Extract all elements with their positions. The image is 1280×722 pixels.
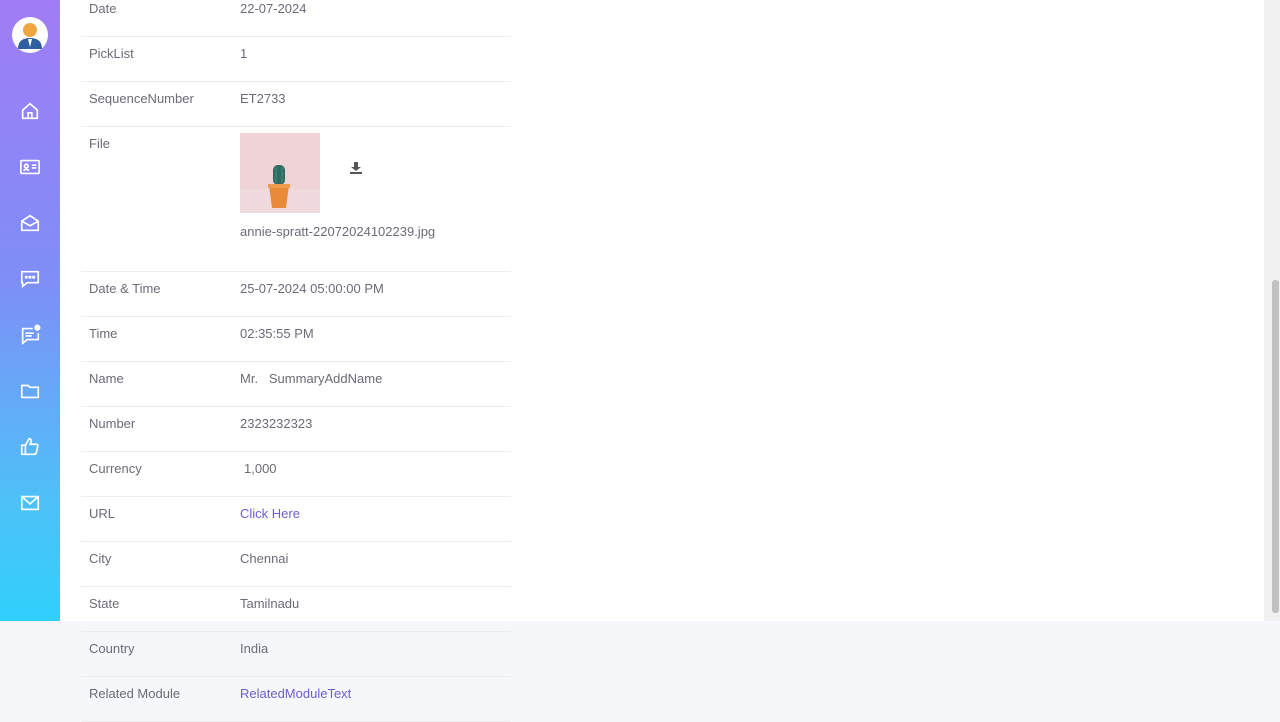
row-label: File <box>81 126 232 272</box>
row-value: 2323232323 <box>232 406 511 452</box>
row-value: India <box>232 631 511 677</box>
row-label: Time <box>81 316 232 362</box>
row-value: 22-07-2024 <box>232 0 511 37</box>
table-row: File annie-spratt-22072024102239.jpg <box>81 126 511 272</box>
chat-icon[interactable] <box>19 268 41 290</box>
table-row: Name Mr. SummaryAddName <box>81 361 511 407</box>
related-module-cell: RelatedModuleText <box>232 676 511 722</box>
row-label: State <box>81 586 232 632</box>
row-value: Mr. SummaryAddName <box>232 361 511 407</box>
table-row: State Tamilnadu <box>81 586 511 632</box>
file-value: annie-spratt-22072024102239.jpg <box>232 126 511 272</box>
sidebar <box>0 0 60 621</box>
table-row: Country India <box>81 631 511 677</box>
mail-icon[interactable] <box>19 492 41 514</box>
url-link[interactable]: Click Here <box>240 506 300 521</box>
home-icon[interactable] <box>19 100 41 122</box>
row-label: PickList <box>81 36 232 82</box>
row-label: URL <box>81 496 232 542</box>
notification-message-icon[interactable] <box>19 324 41 346</box>
contact-card-icon[interactable] <box>19 156 41 178</box>
table-row: Date & Time 25-07-2024 05:00:00 PM <box>81 271 511 317</box>
table-row: City Chennai <box>81 541 511 587</box>
table-row: PickList 1 <box>81 36 511 82</box>
row-value: Tamilnadu <box>232 586 511 632</box>
scrollbar-thumb[interactable] <box>1272 280 1279 613</box>
folder-icon[interactable] <box>19 380 41 402</box>
user-avatar[interactable] <box>12 17 48 53</box>
row-label: Number <box>81 406 232 452</box>
file-thumbnail-image[interactable] <box>240 133 320 213</box>
row-value: Chennai <box>232 541 511 587</box>
table-row: Related Module RelatedModuleText <box>81 676 511 722</box>
url-value-cell: Click Here <box>232 496 511 542</box>
row-label: SequenceNumber <box>81 81 232 127</box>
row-label: Country <box>81 631 232 677</box>
currency-value-cell: 1,000 <box>232 451 511 497</box>
row-value: 1,000 <box>244 461 277 476</box>
row-label: Name <box>81 361 232 407</box>
row-value: 25-07-2024 05:00:00 PM <box>232 271 511 317</box>
row-value: ET2733 <box>232 81 511 127</box>
row-value: 1 <box>232 36 511 82</box>
mail-open-icon[interactable] <box>19 212 41 234</box>
table-row: Number 2323232323 <box>81 406 511 452</box>
file-name: annie-spratt-22072024102239.jpg <box>240 224 436 239</box>
related-module-link[interactable]: RelatedModuleText <box>240 686 351 701</box>
table-row: SequenceNumber ET2733 <box>81 81 511 127</box>
table-row: Date 22-07-2024 <box>81 0 511 37</box>
table-row: URL Click Here <box>81 496 511 542</box>
row-label: City <box>81 541 232 587</box>
thumbs-up-icon[interactable] <box>19 436 41 458</box>
user-avatar-icon <box>13 18 47 52</box>
row-label: Related Module <box>81 676 232 722</box>
row-label: Date & Time <box>81 271 232 317</box>
row-value: 02:35:55 PM <box>232 316 511 362</box>
row-label: Currency <box>81 451 232 497</box>
table-row: Time 02:35:55 PM <box>81 316 511 362</box>
row-label: Date <box>81 0 232 37</box>
table-row: Currency 1,000 <box>81 451 511 497</box>
record-details-table: Date 22-07-2024 PickList 1 SequenceNumbe… <box>81 0 511 722</box>
download-icon[interactable] <box>348 160 364 176</box>
